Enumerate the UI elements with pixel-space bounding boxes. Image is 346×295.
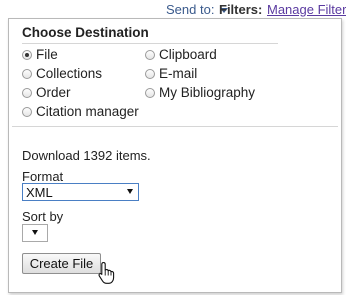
- format-label: Format: [22, 169, 64, 184]
- destination-file-radio[interactable]: File: [22, 47, 58, 62]
- dropdown-arrow-icon: [127, 189, 133, 194]
- radio-unchecked-icon: [145, 87, 155, 98]
- sort-by-label: Sort by: [22, 209, 64, 224]
- radio-checked-icon: [22, 49, 32, 60]
- format-selected-value: XML: [26, 184, 53, 200]
- send-to-label: Send to:: [166, 2, 215, 17]
- destination-collections-radio[interactable]: Collections: [22, 66, 102, 81]
- destination-label: Collections: [36, 66, 103, 81]
- choose-destination-heading: Choose Destination: [22, 25, 149, 40]
- destination-label: File: [36, 47, 58, 62]
- sort-by-select[interactable]: [22, 224, 48, 242]
- filters-label: Filters:: [219, 2, 263, 17]
- radio-unchecked-icon: [145, 68, 155, 79]
- destination-my-bibliography-radio[interactable]: My Bibliography: [145, 85, 255, 100]
- download-count-text: Download 1392 items.: [22, 148, 151, 163]
- dropdown-arrow-icon: [32, 230, 38, 235]
- page-background: [0, 18, 8, 295]
- radio-unchecked-icon: [22, 87, 32, 98]
- destination-email-radio[interactable]: E-mail: [145, 66, 197, 81]
- destination-label: E-mail: [159, 66, 198, 81]
- destination-clipboard-radio[interactable]: Clipboard: [145, 47, 217, 62]
- radio-unchecked-icon: [22, 68, 32, 79]
- radio-unchecked-icon: [22, 106, 32, 117]
- radio-unchecked-icon: [145, 49, 155, 60]
- top-toolbar: Send to: Filters: Manage Filters: [0, 0, 346, 20]
- manage-filters-link[interactable]: Manage Filters: [267, 2, 346, 17]
- divider: [22, 43, 278, 44]
- destination-label: Citation manager: [36, 104, 139, 119]
- destination-label: Clipboard: [159, 47, 217, 62]
- send-to-popup: Choose Destination File Clipboard Collec…: [8, 18, 342, 293]
- destination-citation-manager-radio[interactable]: Citation manager: [22, 104, 139, 119]
- divider: [12, 126, 338, 127]
- destination-label: My Bibliography: [159, 85, 256, 100]
- destination-order-radio[interactable]: Order: [22, 85, 71, 100]
- create-file-button[interactable]: Create File: [22, 253, 101, 274]
- destination-label: Order: [36, 85, 71, 100]
- format-select[interactable]: XML: [22, 183, 139, 201]
